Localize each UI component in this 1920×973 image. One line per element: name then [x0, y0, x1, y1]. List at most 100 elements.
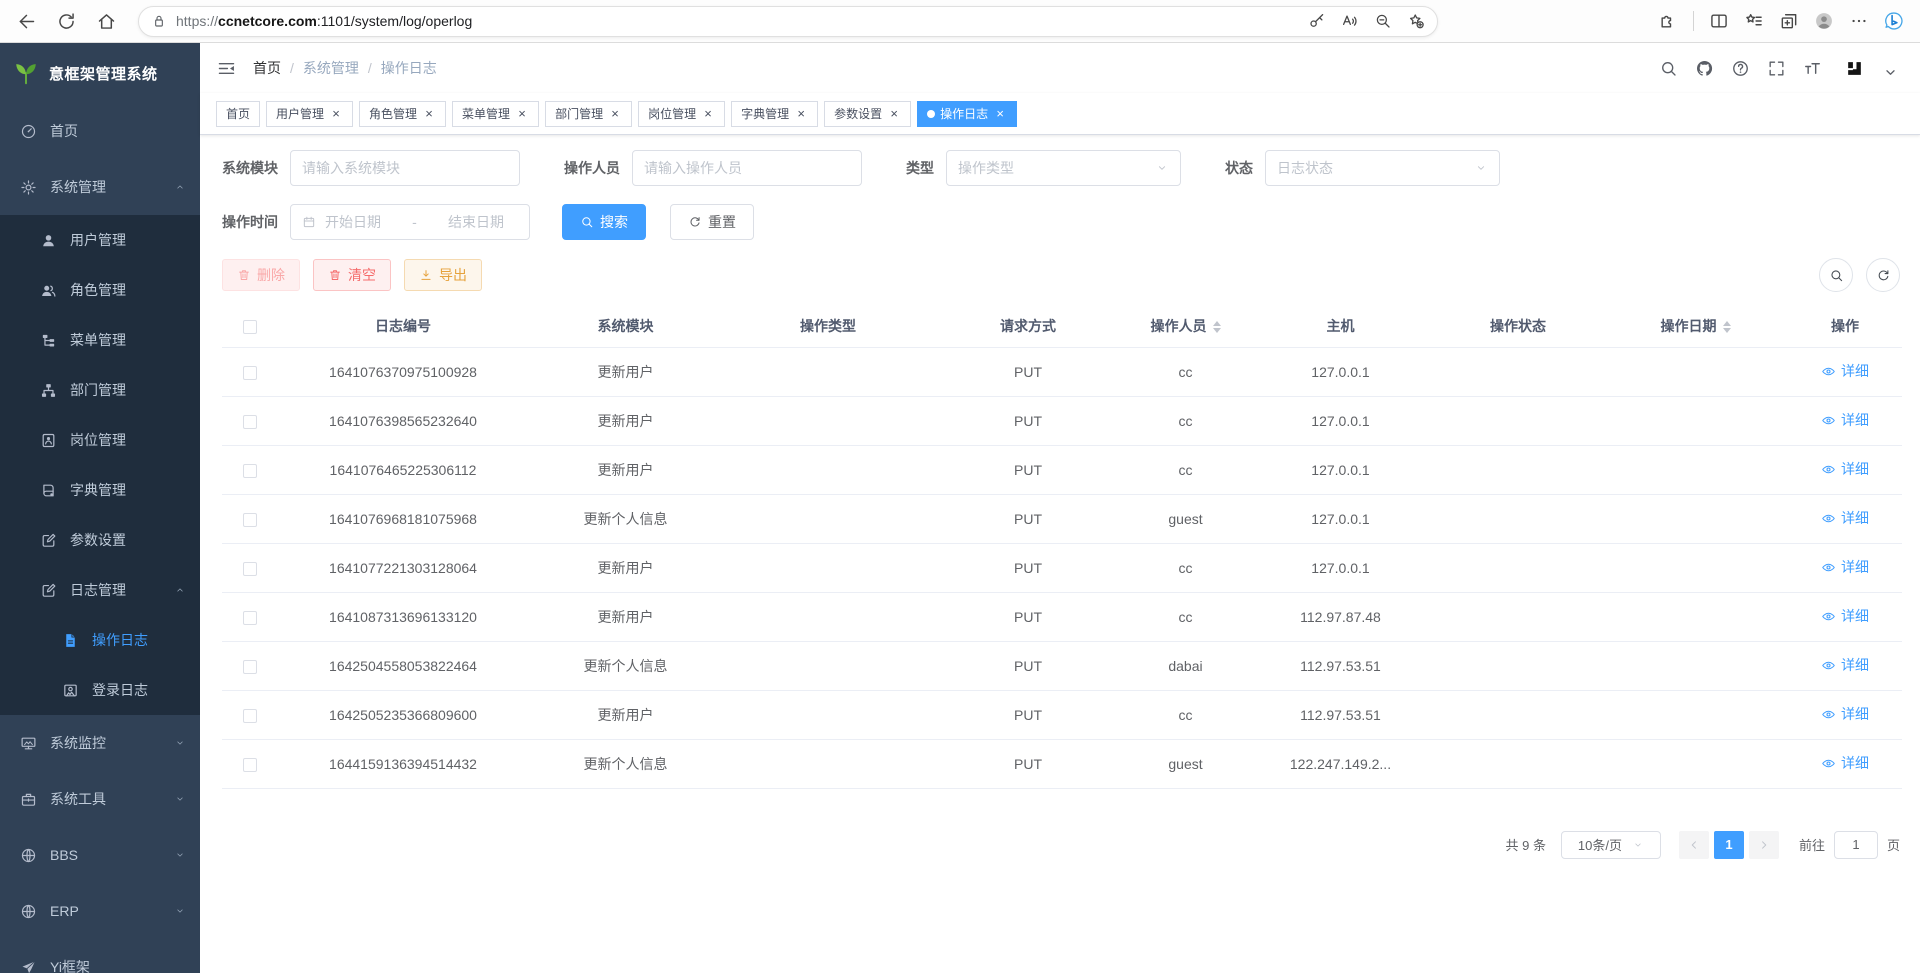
sidebar-item-yi-framework[interactable]: Yi框架: [0, 939, 200, 973]
row-checkbox[interactable]: [243, 415, 257, 429]
back-icon[interactable]: [16, 11, 37, 32]
split-screen-icon[interactable]: [1709, 11, 1729, 31]
row-checkbox[interactable]: [243, 611, 257, 625]
sidebar-item-erp[interactable]: ERP: [0, 883, 200, 939]
hamburger-icon[interactable]: [216, 58, 237, 79]
user-logo-avatar[interactable]: [1845, 59, 1864, 78]
column-header-operator[interactable]: 操作人员: [1123, 305, 1248, 347]
extensions-icon[interactable]: [1658, 11, 1678, 31]
sidebar-item-log-mgmt[interactable]: 日志管理: [0, 565, 200, 615]
sidebar-item-role-mgmt[interactable]: 角色管理: [0, 265, 200, 315]
sidebar-item-menu-mgmt[interactable]: 菜单管理: [0, 315, 200, 365]
detail-link[interactable]: 详细: [1821, 459, 1869, 479]
tab-post-mgmt[interactable]: 岗位管理×: [638, 101, 725, 127]
clear-button[interactable]: 清空: [313, 259, 391, 291]
font-size-icon[interactable]: [1803, 59, 1822, 78]
operator-input[interactable]: [644, 160, 850, 176]
detail-link[interactable]: 详细: [1821, 508, 1869, 528]
goto-page-input[interactable]: [1834, 831, 1878, 859]
tab-close-icon[interactable]: ×: [794, 107, 808, 121]
sidebar-item-system-tools[interactable]: 系统工具: [0, 771, 200, 827]
page-size-select[interactable]: 10条/页: [1561, 831, 1661, 859]
add-favorite-icon[interactable]: [1407, 12, 1425, 30]
row-checkbox[interactable]: [243, 709, 257, 723]
breadcrumb-item[interactable]: 首页: [253, 58, 281, 78]
sidebar-item-login-log[interactable]: 登录日志: [0, 665, 200, 715]
row-checkbox[interactable]: [243, 513, 257, 527]
row-checkbox[interactable]: [243, 464, 257, 478]
detail-link[interactable]: 详细: [1821, 704, 1869, 724]
sidebar-item-system-monitor[interactable]: 系统监控: [0, 715, 200, 771]
tab-close-icon[interactable]: ×: [422, 107, 436, 121]
read-aloud-icon[interactable]: [1341, 12, 1359, 30]
next-page-button[interactable]: [1749, 831, 1779, 859]
app-logo[interactable]: 意框架管理系统: [0, 43, 200, 103]
detail-link[interactable]: 详细: [1821, 655, 1869, 675]
bing-chat-icon[interactable]: [1884, 11, 1904, 31]
detail-link[interactable]: 详细: [1821, 606, 1869, 626]
delete-button[interactable]: 删除: [222, 259, 300, 291]
row-checkbox[interactable]: [243, 660, 257, 674]
tab-oper-log[interactable]: 操作日志×: [917, 101, 1017, 127]
password-key-icon[interactable]: [1308, 12, 1326, 30]
select-all-checkbox[interactable]: [243, 320, 257, 334]
sidebar-item-bbs[interactable]: BBS: [0, 827, 200, 883]
column-header-date[interactable]: 操作日期: [1603, 305, 1788, 347]
sort-caret-icon[interactable]: [1213, 321, 1221, 333]
tab-dept-mgmt[interactable]: 部门管理×: [545, 101, 632, 127]
sidebar-item-dict-mgmt[interactable]: 字典管理: [0, 465, 200, 515]
collections-icon[interactable]: [1779, 11, 1799, 31]
tab-home[interactable]: 首页: [216, 101, 260, 127]
detail-link[interactable]: 详细: [1821, 361, 1869, 381]
export-button[interactable]: 导出: [404, 259, 482, 291]
show-search-button[interactable]: [1819, 258, 1853, 292]
profile-avatar-icon[interactable]: [1814, 11, 1834, 31]
tab-menu-mgmt[interactable]: 菜单管理×: [452, 101, 539, 127]
refresh-table-button[interactable]: [1866, 258, 1900, 292]
zoom-out-icon[interactable]: [1374, 12, 1392, 30]
sidebar-item-user-mgmt[interactable]: 用户管理: [0, 215, 200, 265]
tab-close-icon[interactable]: ×: [608, 107, 622, 121]
sort-caret-icon[interactable]: [1723, 321, 1731, 333]
sidebar-item-param-settings[interactable]: 参数设置: [0, 515, 200, 565]
tab-close-icon[interactable]: ×: [329, 107, 343, 121]
refresh-icon[interactable]: [56, 11, 77, 32]
sidebar-item-dept-mgmt[interactable]: 部门管理: [0, 365, 200, 415]
avatar-caret-icon[interactable]: [1881, 63, 1900, 82]
type-select[interactable]: 操作类型: [946, 150, 1181, 186]
row-checkbox[interactable]: [243, 562, 257, 576]
tab-param-settings[interactable]: 参数设置×: [824, 101, 911, 127]
sidebar-item-system-mgmt[interactable]: 系统管理: [0, 159, 200, 215]
search-button[interactable]: 搜索: [562, 204, 646, 240]
status-select[interactable]: 日志状态: [1265, 150, 1500, 186]
favorites-icon[interactable]: [1744, 11, 1764, 31]
row-checkbox[interactable]: [243, 758, 257, 772]
address-bar[interactable]: https://ccnetcore.com:1101/system/log/op…: [138, 6, 1438, 37]
tab-role-mgmt[interactable]: 角色管理×: [359, 101, 446, 127]
help-icon[interactable]: [1731, 59, 1750, 78]
module-input[interactable]: [302, 160, 508, 176]
github-icon[interactable]: [1695, 59, 1714, 78]
page-number-button[interactable]: 1: [1714, 831, 1744, 859]
tab-close-icon[interactable]: ×: [701, 107, 715, 121]
more-menu-icon[interactable]: [1849, 11, 1869, 31]
tab-close-icon[interactable]: ×: [887, 107, 901, 121]
home-icon[interactable]: [96, 11, 117, 32]
prev-page-button[interactable]: [1679, 831, 1709, 859]
date-range-picker[interactable]: 开始日期 - 结束日期: [290, 204, 530, 240]
header-search-icon[interactable]: [1659, 59, 1678, 78]
sidebar-item-post-mgmt[interactable]: 岗位管理: [0, 415, 200, 465]
detail-link[interactable]: 详细: [1821, 557, 1869, 577]
row-checkbox[interactable]: [243, 366, 257, 380]
tab-user-mgmt[interactable]: 用户管理×: [266, 101, 353, 127]
sidebar-item-home[interactable]: 首页: [0, 103, 200, 159]
tab-dict-mgmt[interactable]: 字典管理×: [731, 101, 818, 127]
tab-close-icon[interactable]: ×: [515, 107, 529, 121]
tab-close-icon[interactable]: ×: [993, 107, 1007, 121]
sidebar-item-oper-log[interactable]: 操作日志: [0, 615, 200, 665]
detail-link[interactable]: 详细: [1821, 753, 1869, 773]
detail-link[interactable]: 详细: [1821, 410, 1869, 430]
reset-button[interactable]: 重置: [670, 204, 754, 240]
fullscreen-icon[interactable]: [1767, 59, 1786, 78]
active-tab-dot: [927, 110, 935, 118]
